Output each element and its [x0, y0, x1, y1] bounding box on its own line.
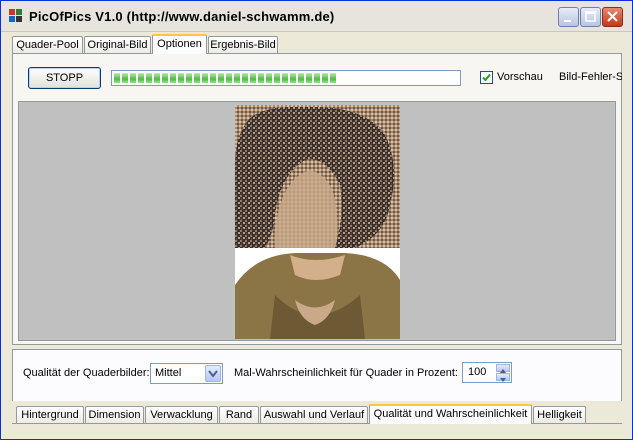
probability-label: Mal-Wahrscheinlichkeit für Quader in Pro… [234, 367, 458, 379]
progress-segment [138, 73, 144, 83]
tab-helligkeit[interactable]: Helligkeit [533, 406, 586, 423]
progress-segment [146, 73, 152, 83]
quality-probability-panel: Qualität der Quaderbilder: Mittel Mal-Wa… [12, 349, 622, 401]
progress-segment [298, 73, 304, 83]
mosaic-preview-image [235, 105, 400, 339]
progress-segment [154, 73, 160, 83]
tab-auswahl-und-verlauf[interactable]: Auswahl und Verlauf [260, 406, 368, 423]
title-bar[interactable]: PicOfPics V1.0 (http://www.daniel-schwam… [1, 1, 632, 32]
spin-up-button[interactable] [496, 364, 510, 373]
tab-rand[interactable]: Rand [219, 406, 259, 423]
spin-down-button[interactable] [496, 373, 510, 382]
progress-segment [274, 73, 280, 83]
options-panel: STOPP Vorschau Bild-Fehler-S [12, 53, 622, 345]
progress-bar [111, 70, 461, 86]
tab-original-bild[interactable]: Original-Bild [84, 36, 151, 53]
progress-segment [170, 73, 176, 83]
arrow-down-icon [500, 378, 506, 382]
chevron-down-icon [208, 370, 218, 378]
tab-quader-pool[interactable]: Quader-Pool [12, 36, 83, 53]
maximize-button[interactable] [580, 7, 601, 27]
app-window: PicOfPics V1.0 (http://www.daniel-schwam… [0, 0, 633, 440]
progress-segment [234, 73, 240, 83]
progress-segment [114, 73, 120, 83]
probability-value[interactable]: 100 [468, 366, 486, 378]
progress-segment [282, 73, 288, 83]
progress-segment [178, 73, 184, 83]
progress-segment [130, 73, 136, 83]
checkmark-icon [482, 73, 491, 82]
preview-label[interactable]: Vorschau [497, 71, 543, 83]
minimize-icon [564, 20, 571, 22]
quality-select-value: Mittel [155, 367, 182, 379]
progress-segment [290, 73, 296, 83]
close-button[interactable] [602, 7, 623, 27]
quality-select[interactable]: Mittel [150, 363, 223, 384]
progress-segment [322, 73, 328, 83]
progress-segment [162, 73, 168, 83]
progress-segment [210, 73, 216, 83]
tab-optionen[interactable]: Optionen [152, 34, 207, 54]
maximize-icon [585, 11, 596, 22]
progress-segment [330, 73, 336, 83]
progress-segment [186, 73, 192, 83]
window-title: PicOfPics V1.0 (http://www.daniel-schwam… [29, 9, 335, 24]
progress-segment [226, 73, 232, 83]
minimize-button[interactable] [558, 7, 579, 27]
progress-fill [114, 73, 458, 83]
tab-dimension[interactable]: Dimension [85, 406, 144, 423]
progress-segment [122, 73, 128, 83]
progress-segment [314, 73, 320, 83]
tab-verwacklung[interactable]: Verwacklung [145, 406, 218, 423]
progress-segment [242, 73, 248, 83]
stop-button[interactable]: STOPP [28, 67, 101, 89]
tab-hintergrund[interactable]: Hintergrund [16, 406, 84, 423]
close-icon [607, 11, 618, 22]
progress-segment [266, 73, 272, 83]
progress-segment [202, 73, 208, 83]
progress-segment [306, 73, 312, 83]
tab-ergebnis-bild[interactable]: Ergebnis-Bild [208, 36, 278, 53]
progress-segment [194, 73, 200, 83]
app-grid-icon [9, 9, 22, 22]
progress-segment [258, 73, 264, 83]
probability-spinner[interactable]: 100 [462, 362, 512, 383]
dropdown-button[interactable] [205, 365, 221, 382]
tab-qualitaet-und-wahrscheinlichkeit[interactable]: Qualität und Wahrscheinlichkeit [369, 404, 532, 424]
quality-label: Qualität der Quaderbilder: [23, 367, 150, 379]
progress-segment [250, 73, 256, 83]
preview-checkbox[interactable] [480, 71, 493, 84]
image-error-label: Bild-Fehler-S [559, 71, 622, 83]
progress-segment [218, 73, 224, 83]
preview-area [18, 101, 616, 341]
